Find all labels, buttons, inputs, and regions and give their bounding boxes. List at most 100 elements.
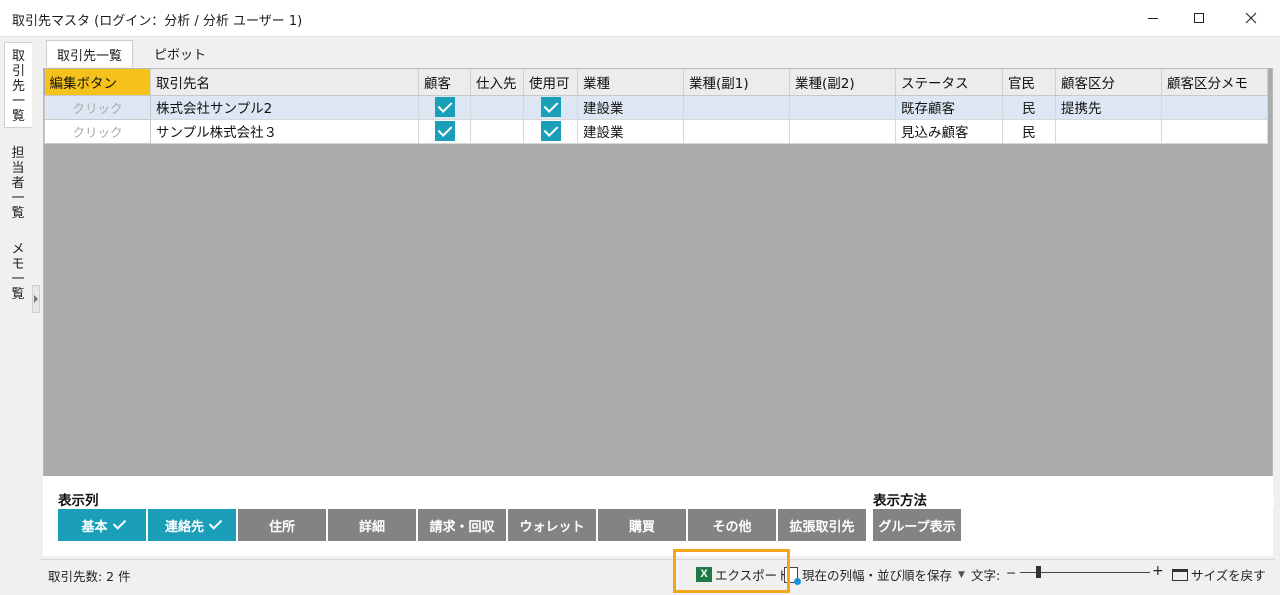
col-header-industry[interactable]: 業種 [577, 69, 684, 96]
grid-header-row: 編集ボタン 取引先名 顧客 仕入先 使用可 業種 業種(副1) 業種(副2) ス… [44, 69, 1268, 96]
side-tab-char: 一 [11, 94, 25, 109]
cell-supplier-check[interactable] [470, 119, 524, 144]
column-group-label: 購買 [628, 519, 655, 535]
col-header-usable[interactable]: 使用可 [523, 69, 578, 96]
checkbox-checked-icon[interactable] [434, 121, 455, 141]
column-group-button[interactable]: 連絡先 [148, 509, 236, 541]
group-view-button[interactable]: グループ表示 [873, 509, 961, 541]
minimize-button[interactable] [1130, 0, 1176, 36]
font-size-slider-knob[interactable] [1036, 566, 1041, 578]
cell-customer-check[interactable] [418, 119, 471, 144]
cell-category: 提携先 [1055, 95, 1162, 120]
column-group-button[interactable]: 住所 [238, 509, 326, 541]
side-tab-char: モ [11, 257, 25, 272]
cell-public-private: 民 [1002, 95, 1056, 120]
cell-edit-button[interactable]: クリック [44, 94, 151, 120]
cell-usable-check[interactable] [523, 95, 578, 120]
col-header-supplier[interactable]: 仕入先 [470, 69, 524, 96]
panel-collapse-handle[interactable] [32, 285, 40, 313]
cell-category-memo [1161, 95, 1268, 120]
save-layout-button[interactable]: 現在の列幅・並び順を保存 ▼ [784, 565, 965, 585]
cell-industry-sub2 [789, 119, 896, 144]
window-title: 取引先マスタ (ログイン：分析 / 分析 ユーザー 1) [12, 14, 303, 29]
close-button[interactable] [1228, 0, 1274, 36]
side-tab-char: 一 [11, 191, 25, 206]
reset-size-button[interactable]: サイズを戻す [1172, 565, 1266, 584]
side-tab-char: 先 [11, 79, 25, 94]
cell-public-private: 民 [1002, 119, 1056, 144]
status-bar: 取引先数: 2 件 X エクスポート 現在の列幅・並び順を保存 ▼ 文字: − … [40, 559, 1275, 585]
col-header-industry-sub1[interactable]: 業種(副1) [683, 69, 790, 96]
col-header-category-memo[interactable]: 顧客区分メモ [1161, 69, 1268, 96]
col-header-category[interactable]: 顧客区分 [1055, 69, 1162, 96]
column-group-label: 拡張取引先 [789, 519, 855, 535]
column-group-button[interactable]: 請求・回収 [418, 509, 506, 541]
column-group-button[interactable]: 購買 [598, 509, 686, 541]
col-header-customer[interactable]: 顧客 [418, 69, 471, 96]
col-header-status[interactable]: ステータス [895, 69, 1003, 96]
cell-industry: 建設業 [577, 119, 684, 144]
checkmark-icon [208, 516, 223, 530]
tab-customer-list[interactable]: 取引先一覧 [46, 40, 134, 67]
column-group-button[interactable]: その他 [688, 509, 776, 541]
cell-industry: 建設業 [577, 95, 684, 120]
checkbox-checked-icon[interactable] [434, 97, 455, 117]
column-group-label: その他 [712, 519, 752, 535]
side-tab-char: 者 [11, 176, 25, 191]
side-tab-char: 取 [11, 49, 25, 64]
display-columns-label: 表示列 [58, 493, 99, 509]
minimize-icon [1148, 18, 1158, 19]
column-group-label: 住所 [268, 519, 295, 535]
cell-status: 見込み顧客 [895, 119, 1003, 144]
cell-customer-name: サンプル株式会社３ [150, 119, 419, 144]
column-group-button[interactable]: 拡張取引先 [778, 509, 866, 541]
checkmark-icon [112, 516, 126, 530]
cell-usable-check[interactable] [523, 119, 578, 144]
cell-customer-name: 株式会社サンプル2 [150, 95, 419, 120]
checkbox-checked-icon[interactable] [540, 97, 561, 117]
side-tab-contact-list[interactable]: 担当者一覧 [4, 142, 32, 222]
export-highlight-box [673, 549, 790, 593]
reset-size-label: サイズを戻す [1191, 568, 1266, 583]
side-tab-char: 一 [11, 272, 25, 287]
record-count: 取引先数: 2 件 [48, 569, 131, 584]
tab-pivot[interactable]: ピボット [144, 40, 216, 66]
cell-industry-sub1 [683, 95, 790, 120]
font-decrease-button[interactable]: − [1006, 565, 1016, 580]
column-group-label: 連絡先 [164, 519, 204, 535]
col-header-public-private[interactable]: 官民 [1002, 69, 1056, 96]
cell-customer-check[interactable] [418, 95, 471, 120]
font-increase-button[interactable]: + [1152, 563, 1164, 579]
side-tab-char: メ [11, 242, 25, 257]
table-row[interactable]: クリック サンプル株式会社３ 建設業 見込み顧客民 [44, 118, 1268, 144]
main-panel: 取引先一覧 ピボット 編集ボタン 取引先名 顧客 仕入先 使用可 業種 業種(副… [40, 36, 1275, 559]
column-group-label: 請求・回収 [429, 519, 495, 535]
cell-category [1055, 119, 1162, 144]
col-header-industry-sub2[interactable]: 業種(副2) [789, 69, 896, 96]
side-tab-char: 担 [11, 146, 25, 161]
checkbox-checked-icon[interactable] [540, 121, 561, 141]
side-tab-char: 覧 [11, 287, 25, 302]
cell-edit-button[interactable]: クリック [44, 118, 151, 144]
side-tab-customer-list[interactable]: 取引先一覧 [4, 42, 32, 128]
column-group-button[interactable]: 詳細 [328, 509, 416, 541]
side-tab-char: 引 [11, 64, 25, 79]
chevron-down-icon[interactable]: ▼ [958, 570, 965, 580]
grid-table: 編集ボタン 取引先名 顧客 仕入先 使用可 業種 業種(副1) 業種(副2) ス… [44, 69, 1268, 144]
table-row[interactable]: クリック 株式会社サンプル2 建設業 既存顧客民提携先 [44, 94, 1268, 120]
col-header-edit[interactable]: 編集ボタン [44, 69, 151, 96]
column-group-button[interactable]: ウォレット [508, 509, 596, 541]
cell-supplier-check[interactable] [470, 95, 524, 120]
column-group-button[interactable]: 基本 [58, 509, 146, 541]
maximize-icon [1194, 13, 1204, 23]
window-size-icon [1172, 568, 1188, 581]
cell-status: 既存顧客 [895, 95, 1003, 120]
maximize-button[interactable] [1176, 0, 1222, 36]
save-layout-label: 現在の列幅・並び順を保存 [802, 568, 953, 583]
app-window: 取引先マスタ (ログイン：分析 / 分析 ユーザー 1) 取引先一覧 担当者一覧… [0, 0, 1280, 595]
customer-grid: 編集ボタン 取引先名 顧客 仕入先 使用可 業種 業種(副1) 業種(副2) ス… [43, 68, 1274, 508]
side-tab-memo-list[interactable]: メモ一覧 [4, 238, 32, 308]
cell-industry-sub2 [789, 95, 896, 120]
cell-category-memo [1161, 119, 1268, 144]
col-header-name[interactable]: 取引先名 [150, 69, 419, 96]
